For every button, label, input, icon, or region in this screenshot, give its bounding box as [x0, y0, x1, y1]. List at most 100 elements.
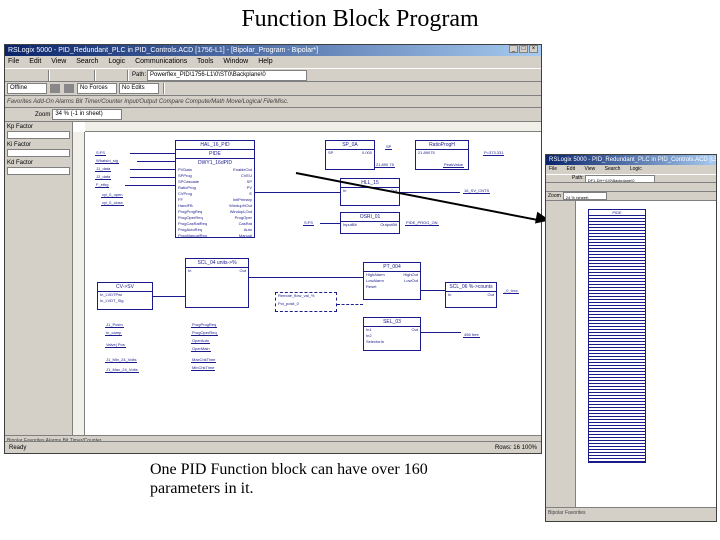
tb-e[interactable] [584, 184, 591, 191]
tb-new[interactable] [7, 70, 19, 81]
tb-h[interactable] [611, 184, 618, 191]
menu-logic[interactable]: Logic [630, 166, 642, 172]
tb-zoomout[interactable] [21, 109, 33, 120]
tag-osri-out[interactable]: PIDE_PROG_ON [405, 220, 439, 226]
tag-incamp[interactable]: In_camp [105, 330, 122, 336]
tag-j1data[interactable]: J1_data [95, 166, 111, 172]
tb-f[interactable] [593, 184, 600, 191]
tb-paste[interactable] [79, 70, 91, 81]
kd-field[interactable] [7, 167, 70, 175]
tb-cut[interactable] [53, 70, 65, 81]
tag-fethg[interactable]: F_ethg [95, 182, 109, 188]
tag-whatsin[interactable]: WhatsIn_sig [95, 158, 119, 164]
menu-tools[interactable]: Tools [197, 58, 213, 65]
tag-svcnts[interactable]: 16_SV_CNTS [463, 188, 490, 194]
tag-sfs2[interactable]: S:FS [303, 220, 314, 226]
menu-file[interactable]: File [549, 166, 557, 172]
tb-go[interactable] [308, 70, 320, 81]
tb-b[interactable] [183, 83, 195, 94]
tb-e[interactable] [225, 83, 237, 94]
tb-redo[interactable] [112, 70, 124, 81]
tb-a[interactable] [548, 184, 555, 191]
tb-c[interactable] [566, 184, 573, 191]
scl-right-block[interactable]: SCL_06 %->counts InOut [445, 282, 497, 308]
menu-view[interactable]: View [584, 166, 595, 172]
menu-search[interactable]: Search [76, 58, 98, 65]
sp-block[interactable]: SP_0A SP0.000 [325, 140, 375, 170]
ki-field[interactable] [7, 149, 70, 157]
tb-save[interactable] [33, 70, 45, 81]
path-field[interactable]: DF1-DH+\1\0\Backplane\0 [585, 175, 655, 183]
tag-j1min[interactable]: J1_Min_24_Volts [105, 357, 137, 363]
forces-field[interactable]: No Forces [77, 83, 117, 94]
scl-left-block[interactable]: SCL_04 units->% InOut [185, 258, 249, 308]
tag-operauto[interactable]: OperAuto [191, 338, 210, 344]
tag-21[interactable]: 21.890 75 [375, 162, 395, 168]
tb-new[interactable] [548, 175, 555, 182]
zoom-tabs[interactable]: Bipolar Favorites [546, 507, 716, 517]
tb-b[interactable] [557, 184, 564, 191]
tb-copy[interactable] [66, 70, 78, 81]
tag-free[interactable]: 456 free [463, 332, 480, 338]
main-titlebar[interactable]: RSLogix 5000 - PID_Redundant_PLC in PID_… [5, 45, 541, 56]
wire [421, 332, 461, 333]
tb-open[interactable] [556, 175, 563, 182]
tag-j1posin[interactable]: J1_PosIn [105, 322, 124, 328]
tag-otxxx[interactable]: _0_txxx [503, 288, 519, 294]
tag-valvepos[interactable]: Valve| Pos [105, 342, 126, 348]
zoom-field[interactable]: 24 % (sheet) [563, 192, 607, 200]
tb-undo[interactable] [99, 70, 111, 81]
tb-d[interactable] [211, 83, 223, 94]
titlebar-text: RSLogix 5000 - PID_Redundant_PLC in PID_… [8, 47, 318, 54]
tag-progprog[interactable]: ProgProgReq [191, 322, 217, 328]
sel-block[interactable]: SEL_03 In1Out In2 SelectorIn [363, 317, 421, 351]
tag-p[interactable]: P=373.331 [483, 150, 504, 156]
minimize-button[interactable]: _ [509, 45, 518, 53]
tag-sfs[interactable]: S:FS [95, 150, 106, 156]
tag-j1max[interactable]: J1_Max_24_Volts [105, 367, 139, 373]
close-button[interactable]: × [529, 45, 538, 53]
pide-block[interactable]: HAL_16_PID PIDE DWY1_16dPID PVDataEnable… [175, 140, 255, 238]
offline-field[interactable]: Offline [7, 83, 47, 94]
menu-view[interactable]: View [51, 58, 66, 65]
zoom-field[interactable]: 34 % (-1 in sheet) [52, 109, 122, 120]
tb-g[interactable] [602, 184, 609, 191]
tb-save[interactable] [564, 175, 571, 182]
edits-field[interactable]: No Edits [119, 83, 159, 94]
tag-cylclose[interactable]: cyl_0_close [101, 200, 124, 206]
tag-cylopen[interactable]: cyl_0_open [101, 192, 123, 198]
zoom-toolbar: Zoom 34 % (-1 in sheet) [5, 108, 541, 122]
zoom-titlebar[interactable]: RSLogix 5000 - PID_Redundant_PLC in PID_… [546, 155, 716, 165]
tag-minchk[interactable]: MinChkTime [191, 365, 215, 371]
maximize-button[interactable]: □ [519, 45, 528, 53]
menu-edit[interactable]: Edit [29, 58, 41, 65]
instruction-palette[interactable]: Favorites Add-On Alarms Bit Timer/Counte… [5, 96, 541, 108]
tb-open[interactable] [20, 70, 32, 81]
tag-peak[interactable]: PeakValue [443, 162, 464, 168]
tag-j2data[interactable]: J2_data [95, 174, 111, 180]
menu-window[interactable]: Window [223, 58, 248, 65]
menu-help[interactable]: Help [258, 58, 272, 65]
tag-sp[interactable]: SP [385, 144, 392, 150]
tb-a[interactable] [169, 83, 181, 94]
tb-sep [127, 70, 129, 81]
tb-zoomin[interactable] [7, 109, 19, 120]
tb-c[interactable] [197, 83, 209, 94]
tb-d[interactable] [575, 184, 582, 191]
lvdt-block[interactable]: CV->SV In_LVDTPwr In_LVDT_Sig [97, 282, 153, 310]
osri-block[interactable]: OSRI_01 InputBitOutputBit [340, 212, 400, 234]
menu-logic[interactable]: Logic [108, 58, 125, 65]
resd-block[interactable]: PT_004 HighAlarmHighOut LowAlarmLowOut R… [363, 262, 421, 300]
tag-progoper[interactable]: ProgOperReq [191, 330, 218, 336]
pide-param-block[interactable]: PIDE [588, 209, 646, 463]
tag-opermain[interactable]: OperMain [191, 346, 211, 352]
menu-comm[interactable]: Communications [135, 58, 187, 65]
path-field[interactable]: Powerflex_PID\1756-L1\0\ST0\Backplane\0 [147, 70, 307, 81]
menu-file[interactable]: File [8, 58, 19, 65]
tag-maxchk[interactable]: MaxChkTime [191, 357, 216, 363]
tb-browse[interactable] [321, 70, 333, 81]
kp-field[interactable] [7, 131, 70, 139]
menu-search[interactable]: Search [605, 166, 621, 172]
zoom-canvas[interactable]: PIDE [576, 201, 716, 507]
menu-edit[interactable]: Edit [566, 166, 575, 172]
